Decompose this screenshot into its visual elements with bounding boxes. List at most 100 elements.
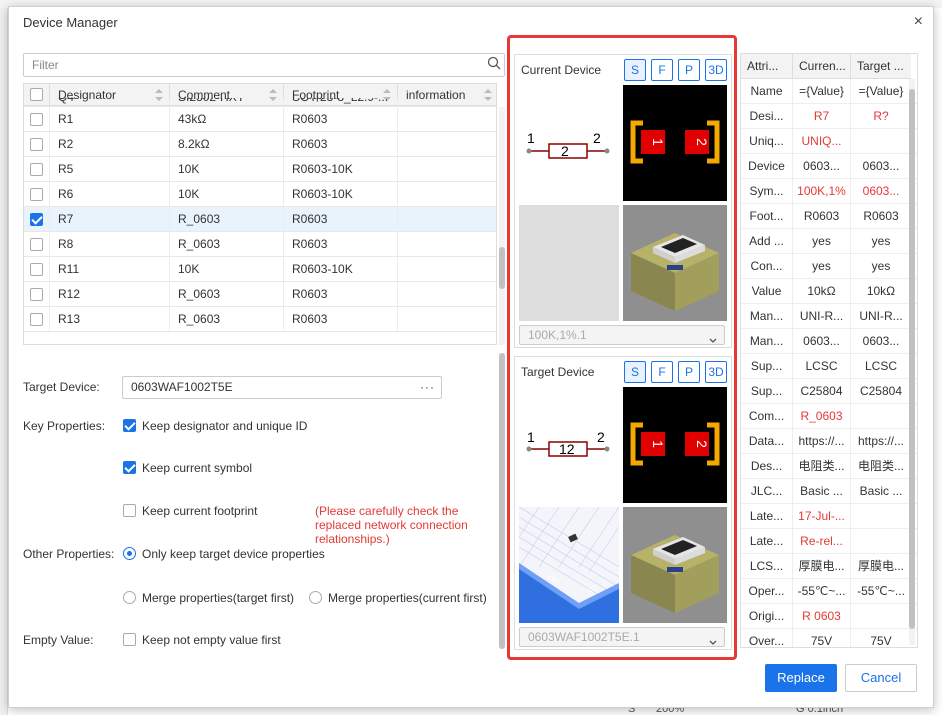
attribute-row[interactable]: Late... 17-Jul-... [741, 504, 917, 529]
view-footprint-button[interactable]: F [651, 59, 673, 81]
keep-footprint-checkbox[interactable] [123, 504, 136, 517]
attributes-scrollbar[interactable] [909, 79, 915, 645]
row-checkbox[interactable] [30, 213, 43, 226]
attribute-row[interactable]: Device 0603... 0603... [741, 154, 917, 179]
view-symbol-button[interactable]: S [624, 59, 646, 81]
attribute-row[interactable]: Desi... R7 R? [741, 104, 917, 129]
target-symbol-preview: 1 2 12 [519, 387, 619, 503]
filter-input[interactable] [23, 53, 505, 77]
row-checkbox[interactable] [30, 188, 43, 201]
attr-target-cell: R? [873, 109, 889, 123]
target-3d-preview [623, 507, 727, 623]
attribute-row[interactable]: Data... https://... https://... [741, 429, 917, 454]
table-row[interactable]: R5 10K R0603-10K [24, 157, 496, 182]
row-select-cell[interactable] [24, 107, 50, 132]
attribute-row[interactable]: Con... yes yes [741, 254, 917, 279]
row-select-cell[interactable] [24, 182, 50, 207]
table-row[interactable]: R12 R_0603 R0603 [24, 282, 496, 307]
options-scrollbar[interactable] [499, 353, 505, 649]
pin2-label: 2 [593, 130, 601, 146]
row-checkbox[interactable] [30, 163, 43, 176]
view-pcb-button[interactable]: P [678, 59, 700, 81]
table-row[interactable]: R8 R_0603 R0603 [24, 232, 496, 257]
table-row[interactable]: R13 R_0603 R0603 [24, 307, 496, 332]
table-row[interactable]: R2 8.2kΩ R0603 [24, 132, 496, 157]
attr-target-cell: LCSC [864, 359, 897, 373]
attribute-row[interactable]: Over... 75V 75V [741, 629, 917, 647]
search-icon[interactable] [487, 56, 501, 73]
attribute-row[interactable]: Uniq... UNIQ... [741, 129, 917, 154]
close-icon[interactable]: × [914, 13, 923, 31]
view-symbol-button[interactable]: S [624, 361, 646, 383]
attr-name-cell: Sup... [741, 354, 793, 379]
attr-name-cell: Man... [741, 304, 793, 329]
pin1-label: 1 [527, 130, 535, 146]
attribute-row[interactable]: Sup... LCSC LCSC [741, 354, 917, 379]
merge-target-radio[interactable] [123, 591, 136, 604]
attr-name-cell: Uniq... [741, 129, 793, 154]
keep-designator-checkbox[interactable] [123, 419, 136, 432]
attribute-row[interactable]: Man... 0603... 0603... [741, 329, 917, 354]
attribute-row[interactable]: Sym... 100K,1% 0603... [741, 179, 917, 204]
attr-header-attribute[interactable]: Attri... [741, 54, 793, 79]
table-row[interactable]: R7 R_0603 R0603 [24, 207, 496, 232]
cancel-button[interactable]: Cancel [845, 664, 917, 692]
attr-header-current[interactable]: Curren... [793, 54, 851, 79]
keep-symbol-checkbox[interactable] [123, 461, 136, 474]
view-footprint-button[interactable]: F [651, 361, 673, 383]
row-select-cell[interactable] [24, 307, 50, 332]
table-row[interactable]: R11 10K R0603-10K [24, 257, 496, 282]
attribute-row[interactable]: LCS... 厚膜电... 厚膜电... [741, 554, 917, 579]
row-select-cell[interactable] [24, 257, 50, 282]
attr-current-cell: 17-Jul-... [793, 504, 851, 529]
comment-cell: 10K [170, 257, 284, 282]
attr-name-cell: JLC... [741, 479, 793, 504]
table-row[interactable]: R1 43kΩ R0603 [24, 107, 496, 132]
view-3d-button[interactable]: 3D [705, 361, 727, 383]
attribute-row[interactable]: Name ={Value} ={Value} [741, 79, 917, 104]
attr-header-target[interactable]: Target ... [851, 54, 911, 79]
row-select-cell[interactable] [24, 282, 50, 307]
target-symbol-select[interactable]: 0603WAF1002T5E.1 [519, 627, 725, 647]
information-cell [398, 282, 496, 307]
view-pcb-button[interactable]: P [678, 361, 700, 383]
target-device-field[interactable]: 0603WAF1002T5E ··· [122, 376, 442, 399]
attribute-row[interactable]: Man... UNI-R... UNI-R... [741, 304, 917, 329]
attribute-row[interactable]: JLC... Basic ... Basic ... [741, 479, 917, 504]
attribute-row[interactable]: Add ... yes yes [741, 229, 917, 254]
table-row-partial[interactable]: Q4 SI2302-HXY SOT-23-3_L2.9-... [24, 98, 496, 107]
current-symbol-select[interactable]: 100K,1%.1 [519, 325, 725, 345]
attribute-row[interactable]: Late... Re-rel... [741, 529, 917, 554]
table-scrollbar[interactable] [499, 107, 505, 345]
attribute-row[interactable]: Origi... R 0603 [741, 604, 917, 629]
other-properties-label: Other Properties: [23, 547, 115, 561]
attribute-row[interactable]: Oper... -55℃~... -55℃~... [741, 579, 917, 604]
row-checkbox[interactable] [30, 313, 43, 326]
attribute-row[interactable]: Sup... C25804 C25804 [741, 379, 917, 404]
table-row[interactable]: R6 10K R0603-10K [24, 182, 496, 207]
row-select-cell[interactable] [24, 207, 50, 232]
attribute-row[interactable]: Com... R_0603 [741, 404, 917, 429]
attr-current-cell: 75V [793, 629, 851, 647]
row-checkbox[interactable] [30, 238, 43, 251]
keep-not-empty-checkbox[interactable] [123, 633, 136, 646]
replace-button[interactable]: Replace [765, 664, 837, 692]
row-select-cell[interactable] [24, 132, 50, 157]
row-checkbox[interactable] [30, 263, 43, 276]
attribute-row[interactable]: Des... 电阻类... 电阻类... [741, 454, 917, 479]
row-checkbox[interactable] [30, 113, 43, 126]
attr-target-cell: ={Value} [858, 84, 904, 98]
view-3d-button[interactable]: 3D [705, 59, 727, 81]
only-target-radio[interactable] [123, 547, 136, 560]
row-checkbox[interactable] [30, 138, 43, 151]
attribute-row[interactable]: Foot... R0603 R0603 [741, 204, 917, 229]
attribute-row[interactable]: Value 10kΩ 10kΩ [741, 279, 917, 304]
merge-current-radio[interactable] [309, 591, 322, 604]
attr-target-cell: yes [871, 234, 891, 248]
row-select-cell[interactable] [24, 157, 50, 182]
row-select-cell[interactable] [24, 232, 50, 257]
attr-name-cell: Late... [741, 529, 793, 554]
row-checkbox[interactable] [30, 288, 43, 301]
target-device-label: Target Device: [23, 380, 100, 394]
more-icon[interactable]: ··· [420, 377, 435, 398]
